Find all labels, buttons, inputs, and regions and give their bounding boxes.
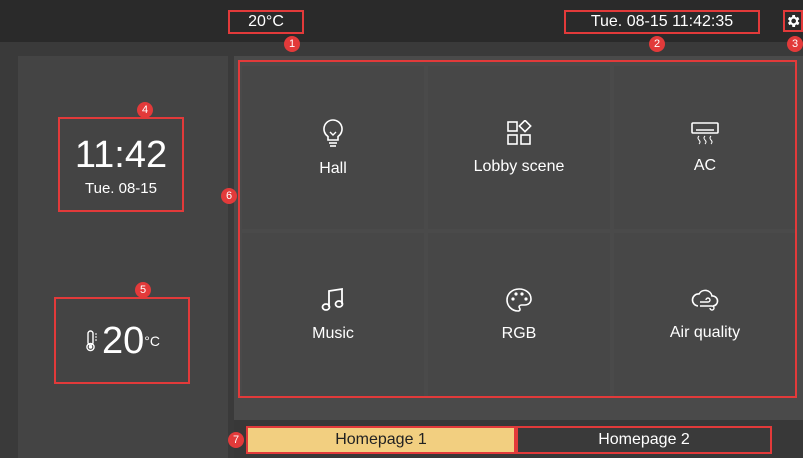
tile-label: RGB — [501, 324, 537, 342]
tile-label: Air quality — [669, 323, 741, 341]
annotation-badge-7: 7 — [228, 432, 244, 448]
thermometer-icon — [84, 329, 98, 352]
tile-label: Lobby scene — [473, 157, 565, 175]
air-conditioner-icon — [690, 121, 720, 145]
scene-grid-icon — [506, 119, 532, 146]
lightbulb-icon — [320, 118, 346, 148]
top-datetime: Tue. 08-15 11:42:35 — [564, 10, 760, 34]
tile-label: Hall — [319, 159, 347, 177]
tile-label: AC — [693, 156, 717, 174]
clock-time: 11:42 — [74, 134, 168, 176]
cloud-wind-icon — [690, 288, 720, 312]
tab-homepage-2[interactable]: Homepage 2 — [516, 426, 772, 454]
music-note-icon — [321, 287, 345, 313]
tile-label: Music — [312, 324, 354, 342]
annotation-badge-3: 3 — [787, 36, 803, 52]
clock-date: Tue. 08-15 — [85, 180, 157, 197]
temperature-value: 20 — [102, 319, 145, 362]
tab-homepage-1[interactable]: Homepage 1 — [246, 426, 516, 454]
tile-air-quality[interactable]: Air quality — [614, 233, 796, 396]
palette-icon — [505, 287, 533, 313]
temperature-unit: °C — [144, 332, 160, 349]
annotation-badge-4: 4 — [137, 102, 153, 118]
temperature-widget: 20 °C — [54, 297, 190, 384]
annotation-badge-1: 1 — [284, 36, 300, 52]
tile-rgb[interactable]: RGB — [428, 233, 610, 396]
tile-ac[interactable]: AC — [614, 66, 796, 229]
top-temperature: 20°C — [228, 10, 304, 34]
tile-music[interactable]: Music — [242, 233, 424, 396]
annotation-badge-5: 5 — [135, 282, 151, 298]
settings-gear-icon[interactable] — [783, 10, 803, 32]
clock-widget: 11:42 Tue. 08-15 — [58, 117, 184, 212]
annotation-badge-2: 2 — [649, 36, 665, 52]
tile-hall[interactable]: Hall — [242, 66, 424, 229]
tile-lobby-scene[interactable]: Lobby scene — [428, 66, 610, 229]
annotation-badge-6: 6 — [221, 188, 237, 204]
